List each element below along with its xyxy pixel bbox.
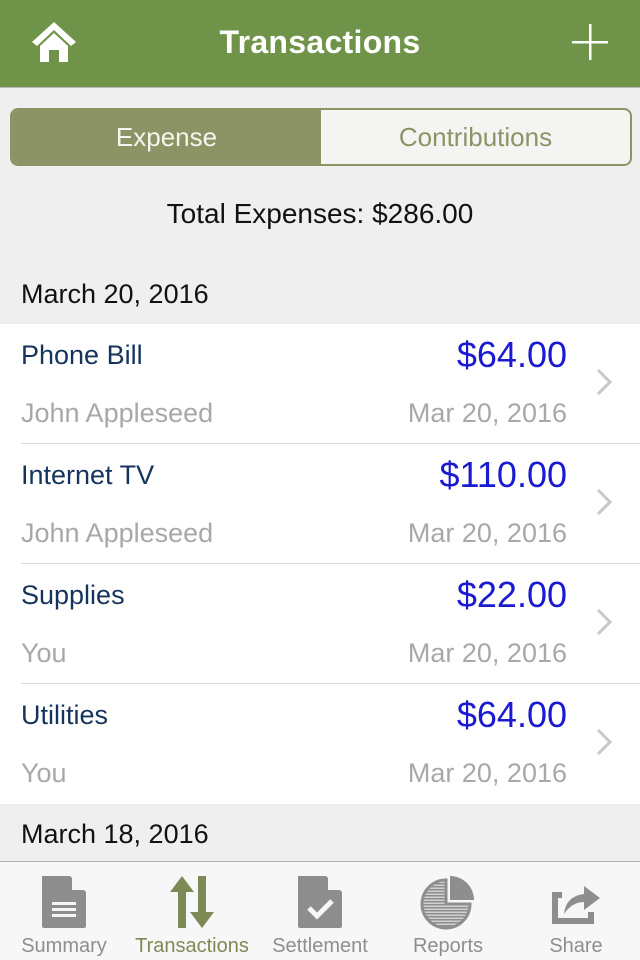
transaction-date: Mar 20, 2016 [407, 638, 567, 668]
tab-reports[interactable]: Reports [384, 862, 512, 960]
transaction-row-phone-bill[interactable]: Phone Bill $64.00 John Appleseed Mar 20,… [0, 324, 640, 444]
section-header: March 18, 2016 [21, 818, 209, 849]
transaction-title: Internet TV [21, 460, 155, 490]
segment-expense[interactable]: Expense [12, 110, 321, 164]
tab-label: Share [549, 935, 603, 957]
transaction-date: Mar 20, 2016 [407, 518, 567, 548]
segment-contributions[interactable]: Contributions [321, 110, 630, 164]
tab-share[interactable]: Share [512, 862, 640, 960]
transaction-title: Phone Bill [21, 340, 143, 370]
chevron-right-icon [596, 488, 612, 516]
chevron-right-icon [596, 728, 612, 756]
tab-label: Settlement [272, 935, 368, 957]
section-header: March 20, 2016 [21, 278, 209, 309]
total-expenses: Total Expenses: $286.00 [166, 198, 474, 229]
transfer-arrows-icon [170, 876, 214, 928]
transaction-amount: $22.00 [456, 574, 567, 615]
tab-summary[interactable]: Summary [0, 862, 128, 960]
tab-transactions[interactable]: Transactions [128, 862, 256, 960]
document-icon [42, 876, 86, 928]
transaction-amount: $110.00 [439, 454, 567, 495]
transaction-person: You [21, 638, 67, 668]
expense-contributions-segmented-control: Expense Contributions [10, 108, 632, 166]
transaction-list: Phone Bill $64.00 John Appleseed Mar 20,… [0, 324, 640, 804]
transaction-date: Mar 20, 2016 [407, 758, 567, 788]
transaction-row-internet-tv[interactable]: Internet TV $110.00 John Appleseed Mar 2… [0, 444, 640, 564]
transaction-row-supplies[interactable]: Supplies $22.00 You Mar 20, 2016 [0, 564, 640, 684]
checked-document-icon [298, 876, 342, 928]
tab-label: Transactions [135, 935, 249, 957]
transaction-person: John Appleseed [21, 518, 214, 548]
add-transaction-button[interactable] [570, 22, 610, 62]
plus-icon [572, 24, 608, 60]
pie-chart-icon [420, 876, 474, 930]
transaction-row-utilities[interactable]: Utilities $64.00 You Mar 20, 2016 [0, 684, 640, 804]
transaction-amount: $64.00 [456, 694, 567, 735]
tab-label: Summary [21, 935, 107, 957]
tab-settlement[interactable]: Settlement [256, 862, 384, 960]
transaction-amount: $64.00 [456, 334, 567, 375]
chevron-right-icon [596, 368, 612, 396]
chevron-right-icon [596, 608, 612, 636]
tab-bar: Summary Transactions Settlement Reports … [0, 861, 640, 960]
share-icon [552, 886, 600, 924]
transaction-person: You [21, 758, 67, 788]
navigation-bar: Transactions [0, 0, 640, 88]
tab-label: Reports [412, 935, 484, 957]
transaction-person: John Appleseed [21, 398, 214, 428]
page-title: Transactions [219, 24, 421, 60]
transaction-title: Utilities [21, 700, 109, 730]
transaction-date: Mar 20, 2016 [407, 398, 567, 428]
transaction-title: Supplies [21, 580, 125, 610]
